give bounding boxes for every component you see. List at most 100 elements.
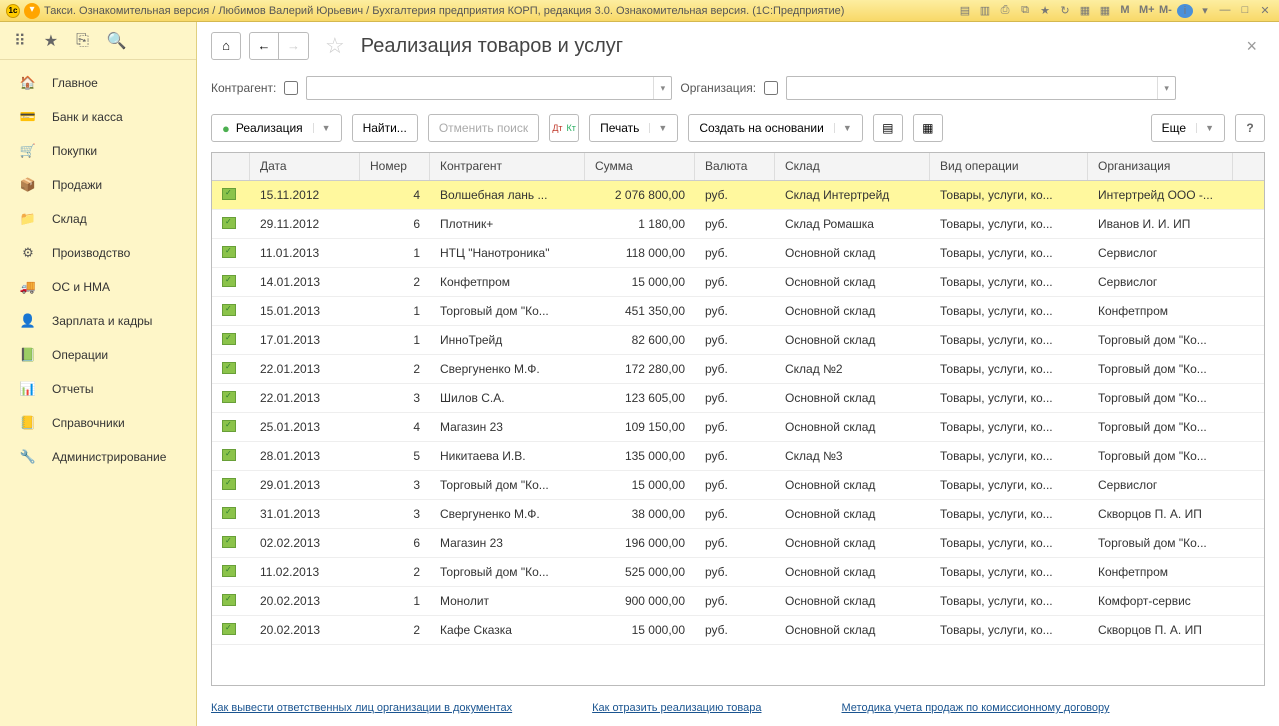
table-row[interactable]: 20.02.2013 1 Монолит 900 000,00 руб. Осн… (212, 587, 1264, 616)
dtkt-button[interactable]: ДтКт (549, 114, 579, 142)
org-checkbox[interactable] (764, 81, 778, 95)
cell-number: 2 (360, 362, 430, 376)
m-plus-button[interactable]: M+ (1137, 4, 1153, 18)
info-dd-icon[interactable]: ▾ (1197, 4, 1213, 18)
sidebar-icon: 🛒 (18, 143, 38, 159)
cell-store: Основной склад (775, 275, 930, 289)
cell-sum: 1 180,00 (585, 217, 695, 231)
create-based-button[interactable]: Создать на основании▼ (688, 114, 862, 142)
back-button[interactable]: ← (249, 32, 279, 60)
close-button[interactable]: ✕ (1257, 4, 1273, 18)
more-button[interactable]: Еще▼ (1151, 114, 1225, 142)
sidebar-item-6[interactable]: 🚚ОС и НМА (0, 270, 196, 304)
footer-link-1[interactable]: Как вывести ответственных лиц организаци… (211, 702, 512, 714)
doc-icon[interactable]: ▤ (957, 4, 973, 18)
chevron-down-icon: ▼ (834, 123, 852, 133)
cell-date: 17.01.2013 (250, 333, 360, 347)
sidebar-item-5[interactable]: ⚙Производство (0, 236, 196, 270)
card-icon-button[interactable]: ▦ (913, 114, 943, 142)
sidebar-item-10[interactable]: 📒Справочники (0, 406, 196, 440)
star-icon[interactable]: ★ (1037, 4, 1053, 18)
col-currency[interactable]: Валюта (695, 153, 775, 180)
sidebar-item-3[interactable]: 📦Продажи (0, 168, 196, 202)
favorite-icon[interactable]: ☆ (325, 33, 345, 59)
chevron-down-icon[interactable]: ▾ (653, 77, 671, 99)
cell-sum: 2 076 800,00 (585, 188, 695, 202)
list-icon-button[interactable]: ▤ (873, 114, 903, 142)
calendar-icon[interactable]: ▦ (1097, 4, 1113, 18)
cell-operation: Товары, услуги, ко... (930, 449, 1088, 463)
info-icon[interactable]: i (1177, 4, 1193, 18)
close-tab-button[interactable]: × (1238, 32, 1265, 61)
table-row[interactable]: 11.01.2013 1 НТЦ "Нанотроника" 118 000,0… (212, 239, 1264, 268)
sidebar-item-4[interactable]: 📁Склад (0, 202, 196, 236)
cancel-search-button[interactable]: Отменить поиск (428, 114, 539, 142)
table-row[interactable]: 15.11.2012 4 Волшебная лань ... 2 076 80… (212, 181, 1264, 210)
sidebar-item-0[interactable]: 🏠Главное (0, 66, 196, 100)
star-icon[interactable]: ★ (44, 31, 58, 51)
find-button[interactable]: Найти... (352, 114, 418, 142)
sidebar-item-2[interactable]: 🛒Покупки (0, 134, 196, 168)
cell-store: Основной склад (775, 333, 930, 347)
cell-sum: 135 000,00 (585, 449, 695, 463)
table-row[interactable]: 14.01.2013 2 Конфетпром 15 000,00 руб. О… (212, 268, 1264, 297)
table-row[interactable]: 15.01.2013 1 Торговый дом "Ко... 451 350… (212, 297, 1264, 326)
cell-operation: Товары, услуги, ко... (930, 362, 1088, 376)
table-row[interactable]: 02.02.2013 6 Магазин 23 196 000,00 руб. … (212, 529, 1264, 558)
cell-store: Склад №2 (775, 362, 930, 376)
col-sum[interactable]: Сумма (585, 153, 695, 180)
maximize-button[interactable]: □ (1237, 4, 1253, 18)
calculator-icon[interactable]: ▦ (1077, 4, 1093, 18)
footer-link-2[interactable]: Как отразить реализацию товара (592, 702, 761, 714)
table-row[interactable]: 28.01.2013 5 Никитаева И.В. 135 000,00 р… (212, 442, 1264, 471)
table-row[interactable]: 29.01.2013 3 Торговый дом "Ко... 15 000,… (212, 471, 1264, 500)
org-input[interactable]: ▾ (786, 76, 1176, 100)
minimize-button[interactable]: — (1217, 4, 1233, 18)
col-date[interactable]: Дата (250, 153, 360, 180)
print-button[interactable]: Печать▼ (589, 114, 678, 142)
table-row[interactable]: 31.01.2013 3 Свергуненко М.Ф. 38 000,00 … (212, 500, 1264, 529)
contragent-input[interactable]: ▾ (306, 76, 672, 100)
sidebar-item-9[interactable]: 📊Отчеты (0, 372, 196, 406)
table-row[interactable]: 25.01.2013 4 Магазин 23 109 150,00 руб. … (212, 413, 1264, 442)
clipboard-icon[interactable]: ⎘ (76, 32, 89, 50)
table-row[interactable]: 22.01.2013 3 Шилов С.А. 123 605,00 руб. … (212, 384, 1264, 413)
apps-icon[interactable]: ⠿ (14, 31, 26, 51)
print-icon[interactable]: ⎙ (997, 4, 1013, 18)
col-org[interactable]: Организация (1088, 153, 1233, 180)
sidebar-item-11[interactable]: 🔧Администрирование (0, 440, 196, 474)
home-button[interactable]: ⌂ (211, 32, 241, 60)
cell-org: Сервислог (1088, 478, 1233, 492)
m-minus-button[interactable]: M- (1157, 4, 1173, 18)
doc-icon[interactable]: ▥ (977, 4, 993, 18)
chevron-down-icon: ▼ (1196, 123, 1214, 133)
document-icon (222, 507, 236, 519)
m-button[interactable]: M (1117, 4, 1133, 18)
col-operation[interactable]: Вид операции (930, 153, 1088, 180)
table-row[interactable]: 11.02.2013 2 Торговый дом "Ко... 525 000… (212, 558, 1264, 587)
table-row[interactable]: 29.11.2012 6 Плотник+ 1 180,00 руб. Скла… (212, 210, 1264, 239)
help-button[interactable]: ? (1235, 114, 1265, 142)
sidebar-item-1[interactable]: 💳Банк и касса (0, 100, 196, 134)
sidebar-item-7[interactable]: 👤Зарплата и кадры (0, 304, 196, 338)
sidebar-icon: 🔧 (18, 449, 38, 465)
footer-link-3[interactable]: Методика учета продаж по комиссионному д… (842, 702, 1110, 714)
chevron-down-icon[interactable]: ▾ (1157, 77, 1175, 99)
table-row[interactable]: 22.01.2013 2 Свергуненко М.Ф. 172 280,00… (212, 355, 1264, 384)
contragent-checkbox[interactable] (284, 81, 298, 95)
dropdown-icon[interactable]: ▾ (24, 3, 40, 19)
forward-button[interactable]: → (279, 32, 309, 60)
search-icon[interactable]: 🔍 (107, 31, 127, 51)
copy-icon[interactable]: ⧉ (1017, 4, 1033, 18)
table-row[interactable]: 20.02.2013 2 Кафе Сказка 15 000,00 руб. … (212, 616, 1264, 645)
col-icon[interactable] (212, 153, 250, 180)
cell-org: Сервислог (1088, 246, 1233, 260)
cell-sum: 172 280,00 (585, 362, 695, 376)
history-icon[interactable]: ↻ (1057, 4, 1073, 18)
col-number[interactable]: Номер (360, 153, 430, 180)
table-row[interactable]: 17.01.2013 1 ИнноТрейд 82 600,00 руб. Ос… (212, 326, 1264, 355)
col-store[interactable]: Склад (775, 153, 930, 180)
col-contragent[interactable]: Контрагент (430, 153, 585, 180)
sidebar-item-8[interactable]: 📗Операции (0, 338, 196, 372)
realize-button[interactable]: Реализация▼ (211, 114, 342, 142)
